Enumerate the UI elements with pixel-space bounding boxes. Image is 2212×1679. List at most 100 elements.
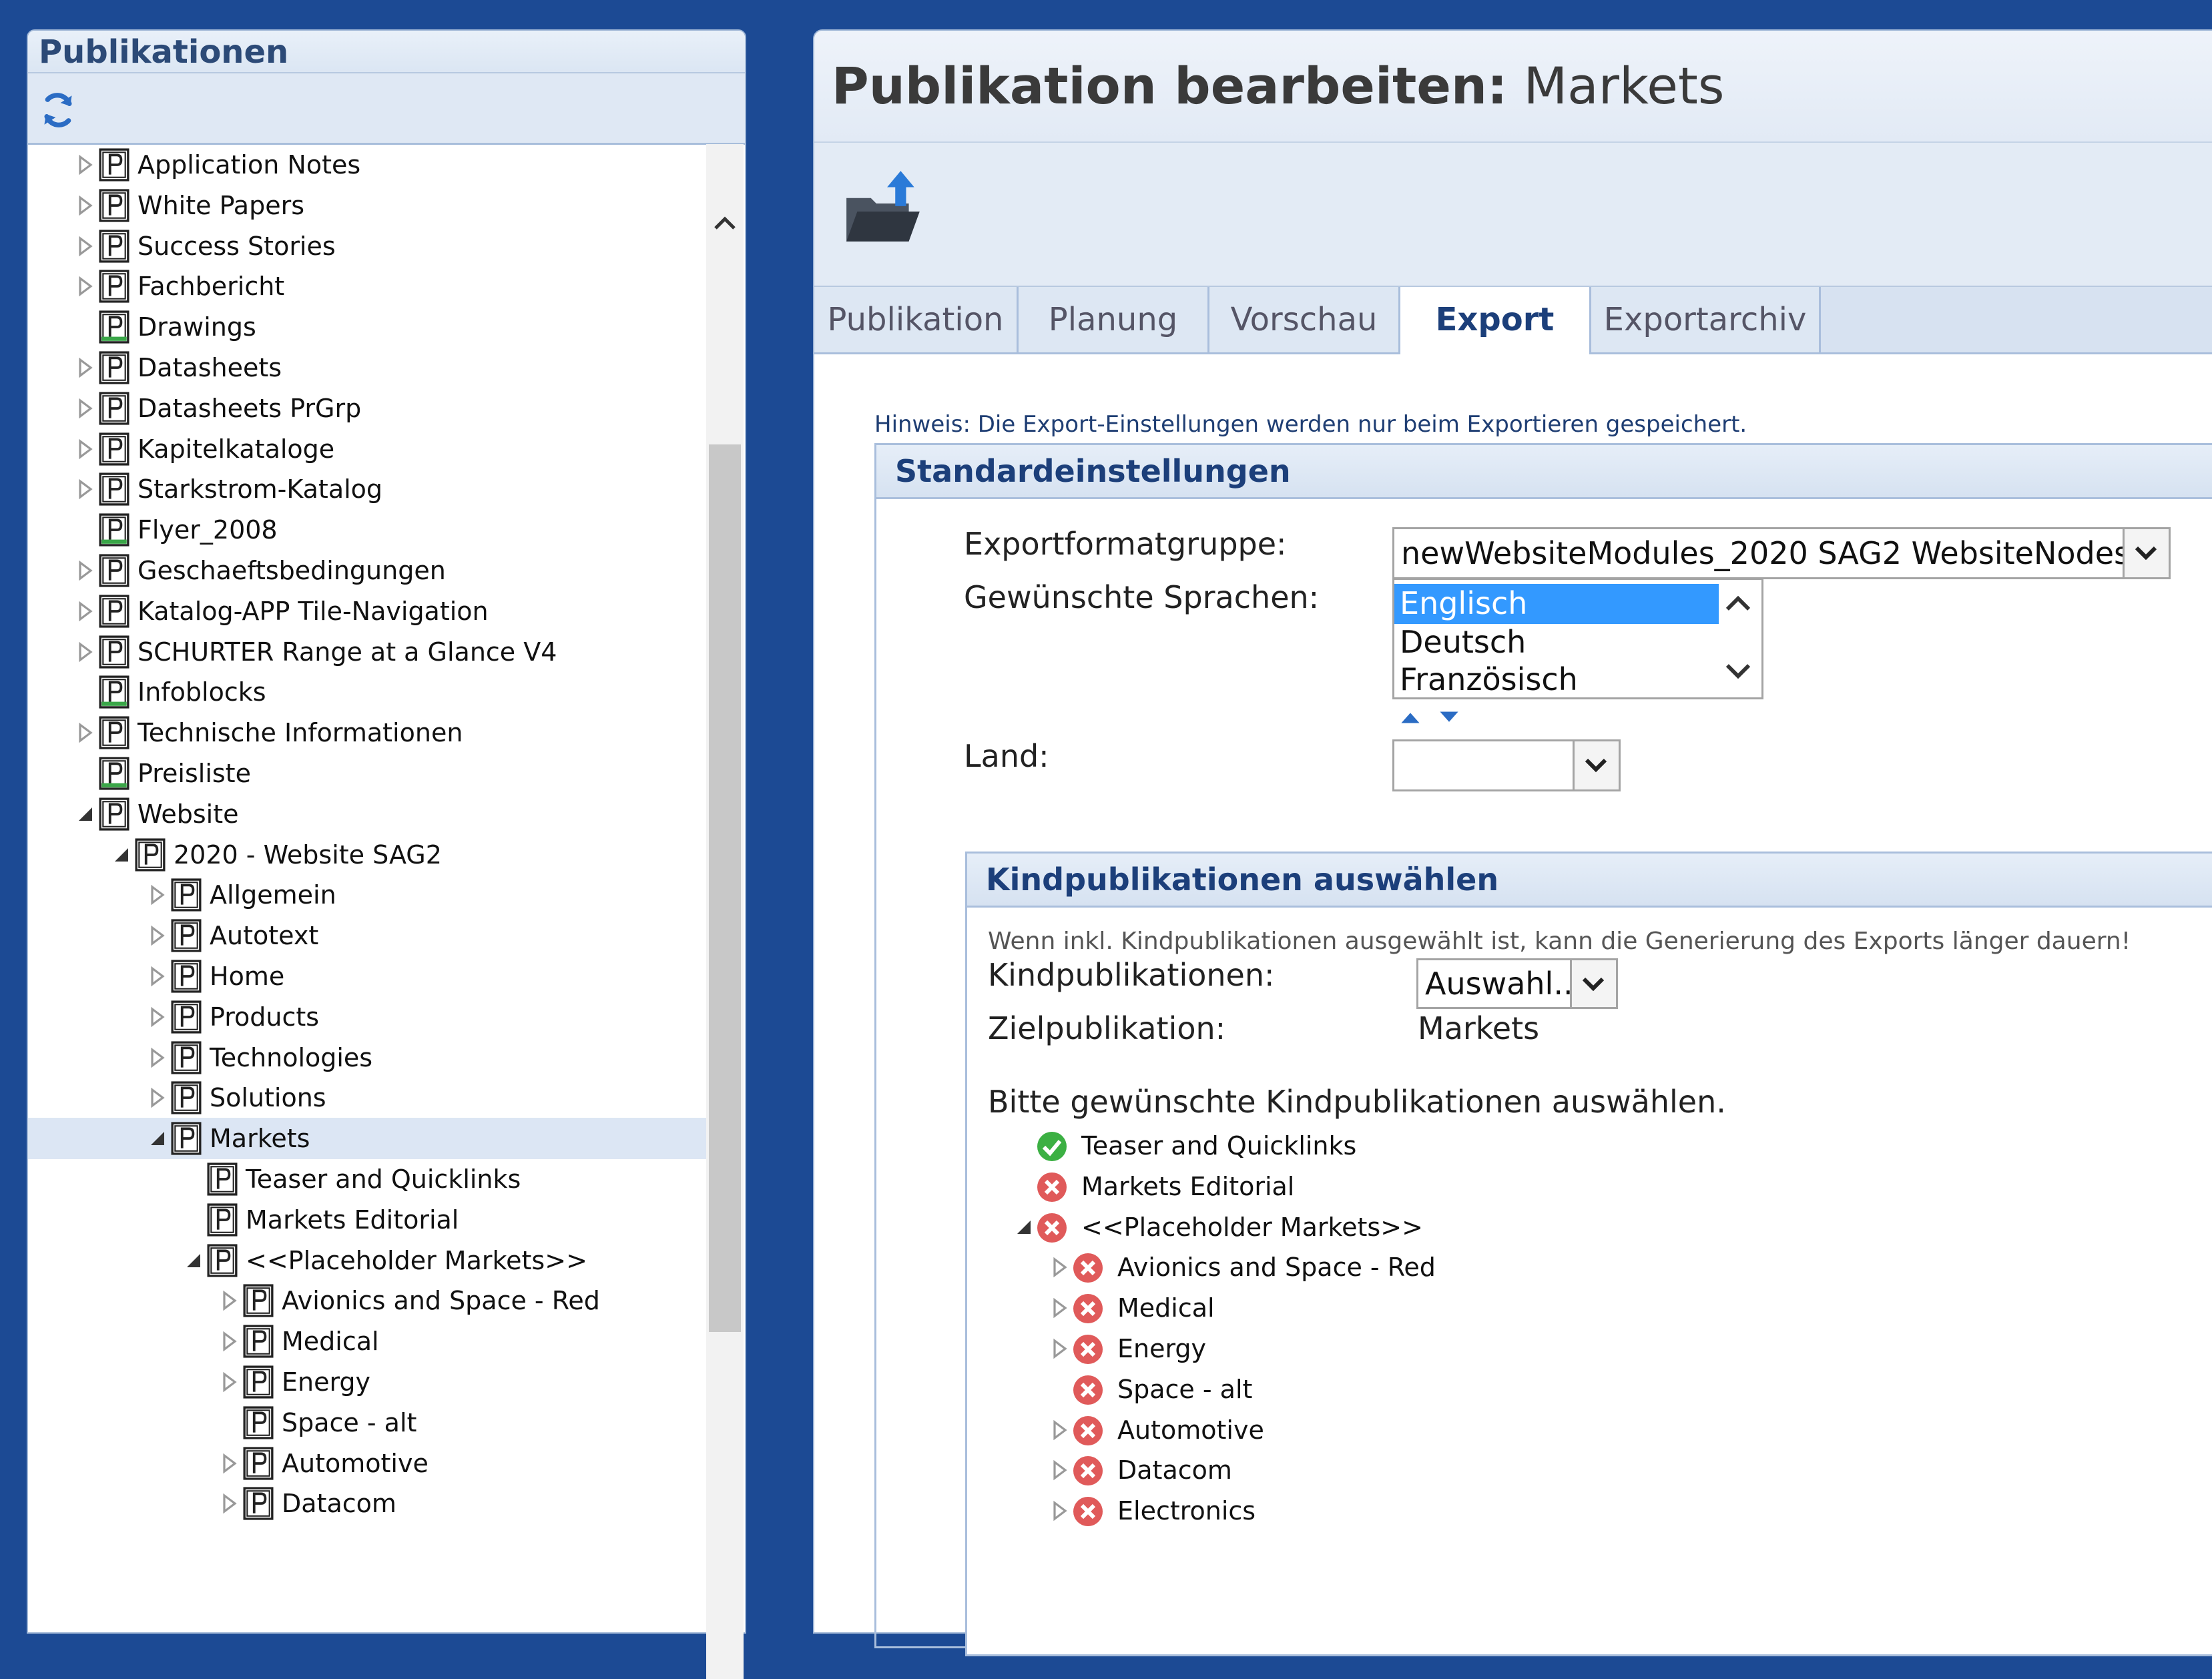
- tree-expand-icon[interactable]: [1051, 1256, 1069, 1279]
- tab-planung[interactable]: Planung: [1019, 287, 1209, 352]
- child-tree-row[interactable]: Datacom: [0, 1449, 2203, 1491]
- tree-row-label: Allgemein: [210, 880, 336, 910]
- tree-expand-icon[interactable]: [1051, 1337, 1069, 1360]
- child-tree-row[interactable]: Automotive: [0, 1409, 2203, 1451]
- error-icon[interactable]: [1036, 1171, 1068, 1203]
- language-option[interactable]: Französisch: [1394, 660, 1719, 697]
- child-tree-row[interactable]: Space - alt: [0, 1369, 2203, 1410]
- error-icon[interactable]: [1072, 1495, 1104, 1528]
- tree-row[interactable]: Technische Informationen: [28, 712, 708, 753]
- tree-expand-icon[interactable]: [76, 478, 95, 500]
- tree-collapse-icon[interactable]: [76, 803, 95, 825]
- publication-icon: [99, 472, 129, 506]
- tree-expand-icon[interactable]: [76, 153, 95, 176]
- tree-expand-icon[interactable]: [76, 397, 95, 420]
- language-option[interactable]: Deutsch: [1394, 623, 1719, 663]
- refresh-icon[interactable]: [39, 91, 77, 129]
- tree-row[interactable]: Products: [28, 996, 708, 1038]
- tree-row[interactable]: Success Stories: [28, 226, 708, 267]
- tree-expand-icon[interactable]: [1051, 1419, 1069, 1441]
- tree-row[interactable]: Home: [28, 956, 708, 997]
- tree-row[interactable]: SCHURTER Range at a Glance V4: [28, 631, 708, 673]
- tree-expand-icon[interactable]: [76, 559, 95, 582]
- tree-collapse-icon[interactable]: [1015, 1216, 1033, 1239]
- tree-expand-icon[interactable]: [76, 356, 95, 379]
- tree-expand-icon[interactable]: [76, 641, 95, 663]
- tree-expand-icon[interactable]: [76, 235, 95, 258]
- tree-expand-icon[interactable]: [76, 194, 95, 217]
- tree-expand-icon[interactable]: [76, 275, 95, 298]
- tree-row[interactable]: Website: [28, 793, 708, 835]
- tree-row[interactable]: Starkstrom-Katalog: [28, 468, 708, 510]
- export-format-dropdown-button[interactable]: [2123, 529, 2169, 577]
- child-tree-row[interactable]: <<Placeholder Markets>>: [0, 1207, 2203, 1248]
- tree-expand-icon[interactable]: [76, 721, 95, 744]
- tree-row[interactable]: Application Notes: [28, 144, 708, 186]
- child-tree-row[interactable]: Energy: [0, 1328, 2203, 1369]
- tree-expand-icon[interactable]: [1051, 1459, 1069, 1481]
- publication-icon: [99, 595, 129, 628]
- tree-expand-icon[interactable]: [76, 438, 95, 460]
- publications-toolbar: [28, 73, 745, 145]
- tree-row[interactable]: Allgemein: [28, 874, 708, 916]
- tree-row[interactable]: Katalog-APP Tile-Navigation: [28, 591, 708, 632]
- tree-expand-icon[interactable]: [148, 924, 167, 947]
- child-tree-row[interactable]: Avionics and Space - Red: [0, 1247, 2203, 1288]
- error-icon[interactable]: [1072, 1333, 1104, 1365]
- tree-expand-icon[interactable]: [1051, 1499, 1069, 1522]
- tab-export[interactable]: Export: [1400, 287, 1591, 354]
- tree-expand-icon[interactable]: [148, 1006, 167, 1028]
- tree-expand-icon[interactable]: [76, 600, 95, 623]
- tree-row[interactable]: Infoblocks: [28, 671, 708, 713]
- language-option[interactable]: Englisch: [1394, 584, 1719, 624]
- error-icon[interactable]: [1036, 1212, 1068, 1244]
- tree-row[interactable]: Datasheets PrGrp: [28, 388, 708, 429]
- tree-collapse-icon[interactable]: [112, 844, 131, 866]
- tree-row[interactable]: Kapitelkataloge: [28, 428, 708, 470]
- tree-row[interactable]: Solutions: [28, 1077, 708, 1118]
- child-publications-select[interactable]: Auswahl...: [1416, 958, 1618, 1009]
- tab-exportarchiv[interactable]: Exportarchiv: [1591, 287, 1821, 352]
- tree-row[interactable]: Flyer_2008: [28, 509, 708, 551]
- publication-icon: [99, 513, 129, 547]
- error-icon[interactable]: [1072, 1374, 1104, 1406]
- tree-row[interactable]: Geschaeftsbedingungen: [28, 550, 708, 591]
- error-icon[interactable]: [1072, 1293, 1104, 1325]
- tree-row[interactable]: White Papers: [28, 185, 708, 226]
- tree-expand-icon[interactable]: [148, 884, 167, 906]
- chevron-down-icon[interactable]: [1723, 655, 1753, 685]
- tree-row[interactable]: Autotext: [28, 915, 708, 956]
- tree-expand-icon[interactable]: [148, 965, 167, 988]
- tree-expand-icon[interactable]: [1051, 1297, 1069, 1319]
- country-dropdown-button[interactable]: [1573, 741, 1619, 789]
- check-icon[interactable]: [1036, 1130, 1068, 1162]
- chevron-up-icon[interactable]: [1723, 589, 1753, 620]
- tree-row[interactable]: 2020 - Website SAG2: [28, 834, 708, 876]
- country-select[interactable]: [1392, 739, 1621, 791]
- tree-row[interactable]: Preisliste: [28, 753, 708, 794]
- tab-publikation[interactable]: Publikation: [814, 287, 1019, 352]
- child-tree-row[interactable]: Medical: [0, 1287, 2203, 1329]
- tree-row-label: Fachbericht: [137, 272, 285, 301]
- child-tree-row[interactable]: Electronics: [0, 1490, 2203, 1532]
- error-icon[interactable]: [1072, 1252, 1104, 1284]
- tree-row[interactable]: Fachbericht: [28, 266, 708, 307]
- child-tree-row-label: Teaser and Quicklinks: [1081, 1131, 1357, 1160]
- scroll-up-icon[interactable]: [712, 211, 738, 238]
- error-icon[interactable]: [1072, 1415, 1104, 1447]
- tree-expand-icon[interactable]: [148, 1086, 167, 1109]
- child-tree-row[interactable]: Teaser and Quicklinks: [0, 1125, 2203, 1166]
- error-icon[interactable]: [1072, 1455, 1104, 1487]
- languages-listbox[interactable]: Englisch Deutsch Französisch: [1392, 578, 1763, 699]
- tab-vorschau[interactable]: Vorschau: [1209, 287, 1400, 352]
- child-publications-dropdown-button[interactable]: [1570, 960, 1616, 1007]
- child-tree-row[interactable]: Markets Editorial: [0, 1166, 2203, 1207]
- tree-row[interactable]: Drawings: [28, 306, 708, 348]
- tree-row[interactable]: Datasheets: [28, 347, 708, 388]
- folder-upload-icon[interactable]: [841, 168, 928, 255]
- tree-row[interactable]: Technologies: [28, 1037, 708, 1078]
- move-up-icon[interactable]: [1399, 710, 1422, 725]
- move-down-icon[interactable]: [1438, 710, 1460, 725]
- export-format-select[interactable]: newWebsiteModules_2020 SAG2 WebsiteNodes: [1392, 527, 2171, 579]
- tree-expand-icon[interactable]: [148, 1046, 167, 1069]
